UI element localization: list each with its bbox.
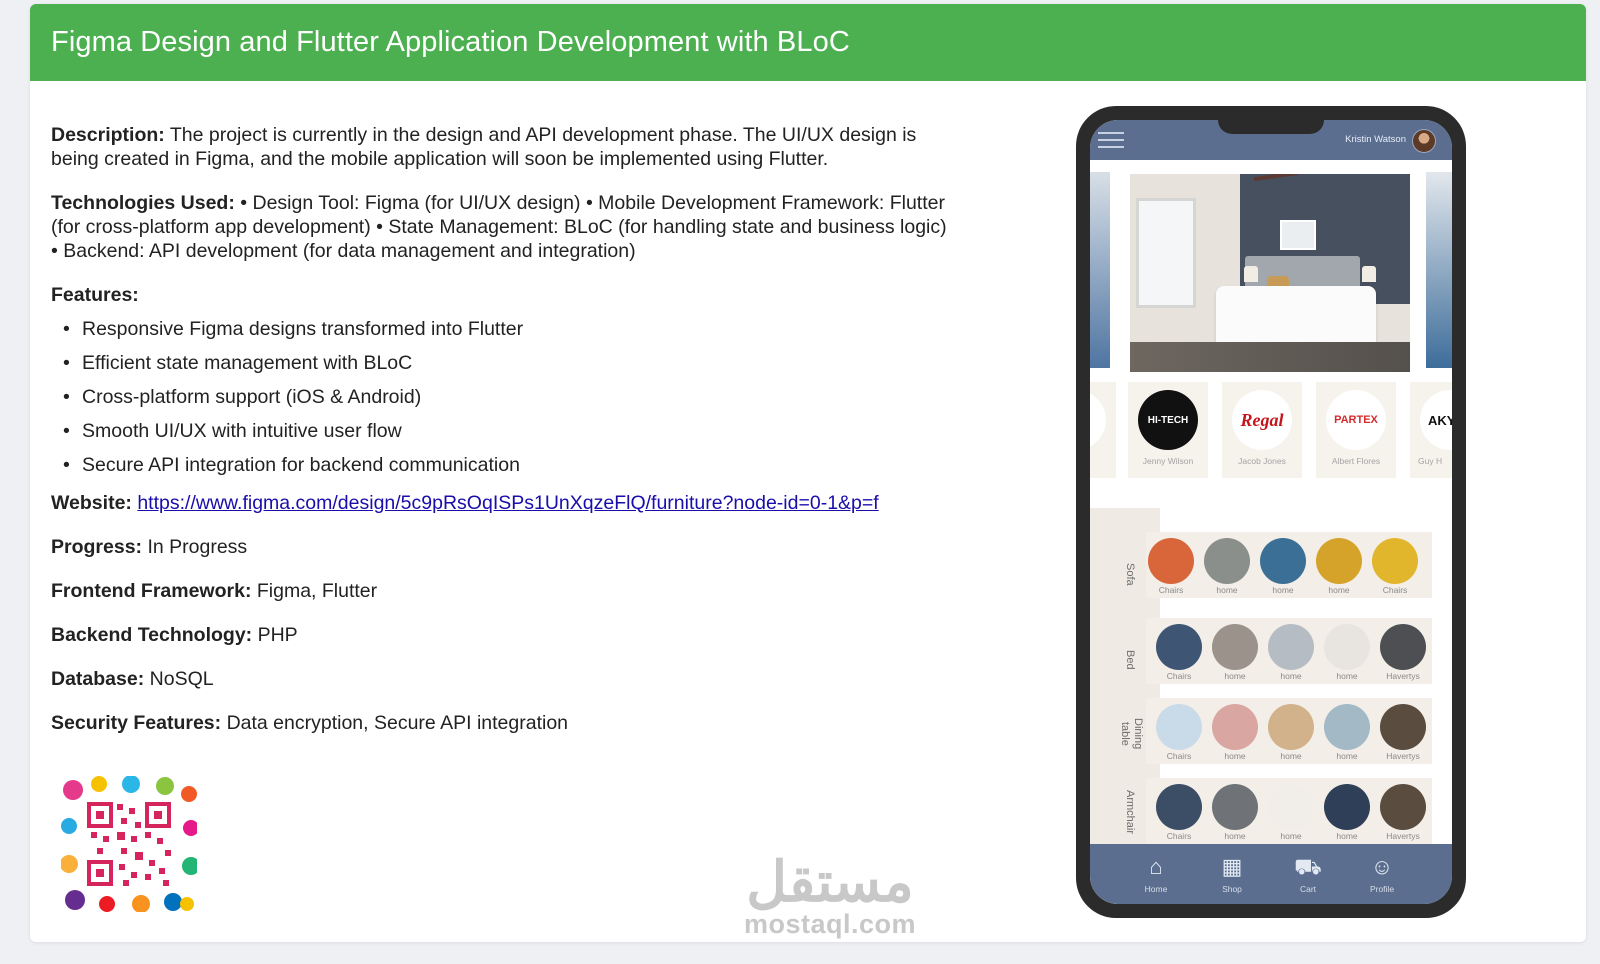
phone-screen: Kristin Watson HI-TECH Jenny Wilson Rega… [1090, 120, 1452, 904]
phone-mockup: Kristin Watson HI-TECH Jenny Wilson Rega… [1076, 106, 1466, 918]
security-value: Data encryption, Secure API integration [221, 712, 569, 734]
feature-item: Responsive Figma designs transformed int… [63, 317, 951, 341]
product-item[interactable]: home [1210, 784, 1260, 841]
brand-name: Jacob Jones [1238, 456, 1286, 466]
product-item[interactable]: Chairs [1370, 538, 1420, 595]
avatar[interactable] [1412, 129, 1436, 153]
brand-card[interactable]: AKY Guy H [1410, 382, 1452, 478]
technologies: Technologies Used: • Design Tool: Figma … [51, 191, 951, 263]
watermark-arabic: مستقل [746, 850, 914, 913]
phone-notch [1218, 120, 1324, 134]
security-row: Security Features: Data encryption, Secu… [51, 712, 569, 734]
brand-list: HI-TECH Jenny Wilson Regal Jacob Jones P… [1090, 382, 1452, 480]
project-card: Figma Design and Flutter Application Dev… [30, 4, 1586, 942]
description-label: Description: [51, 124, 165, 146]
brand-name: Albert Flores [1331, 456, 1381, 466]
technologies-label: Technologies Used: [51, 192, 235, 214]
page-title: Figma Design and Flutter Application Dev… [51, 26, 850, 58]
brand-name: Jenny Wilson [1142, 456, 1194, 466]
product-item[interactable]: home [1210, 624, 1260, 681]
qr-code-image [61, 776, 197, 912]
brand-logo: AKY [1420, 390, 1452, 450]
hamburger-menu-icon[interactable] [1098, 132, 1124, 148]
frontend-row: Frontend Framework: Figma, Flutter [51, 580, 378, 602]
nav-shop[interactable]: ▦ Shop [1212, 854, 1252, 895]
category-row-dining-table: Chairs home home home Havertys [1146, 698, 1432, 764]
category-label[interactable]: Armchair [1118, 784, 1136, 840]
carousel-next-image [1426, 172, 1452, 368]
product-item[interactable]: Chairs [1146, 538, 1196, 595]
profile-icon: ☺ [1370, 854, 1394, 879]
description: Description: The project is currently in… [51, 123, 951, 171]
bottom-nav: ⌂ Home ▦ Shop ⛟ Cart ☺ Profile [1090, 844, 1452, 904]
database-row: Database: NoSQL [51, 668, 214, 690]
shop-icon: ▦ [1221, 854, 1243, 879]
website-link[interactable]: https://www.figma.com/design/5c9pRsOqISP… [137, 492, 878, 514]
hero-bedroom-image[interactable] [1130, 174, 1410, 372]
brand-logo: PARTEX [1326, 390, 1386, 450]
brand-card[interactable] [1090, 382, 1116, 478]
description-text: The project is currently in the design a… [51, 124, 917, 170]
website-row: Website: https://www.figma.com/design/5c… [51, 491, 951, 515]
category-label[interactable]: Dining table [1112, 712, 1144, 756]
backend-row: Backend Technology: PHP [51, 624, 298, 646]
watermark: مستقل mostaql.com [730, 850, 930, 939]
product-item[interactable]: Chairs [1154, 704, 1204, 761]
frontend-value: Figma, Flutter [251, 580, 378, 602]
product-item[interactable]: home [1210, 704, 1260, 761]
features-list: Responsive Figma designs transformed int… [63, 317, 951, 477]
user-name: Kristin Watson [1345, 134, 1406, 145]
watermark-latin: mostaql.com [743, 909, 917, 939]
product-item[interactable]: Havertys [1378, 704, 1428, 761]
brand-card[interactable]: HI-TECH Jenny Wilson [1128, 382, 1208, 478]
product-item[interactable]: home [1266, 704, 1316, 761]
category-label[interactable]: Bed [1118, 640, 1136, 680]
brand-name: Guy H [1418, 456, 1443, 466]
nav-profile[interactable]: ☺ Profile [1362, 854, 1402, 895]
brand-logo: Regal [1232, 390, 1292, 450]
category-label[interactable]: Sofa [1118, 554, 1136, 594]
feature-item: Smooth UI/UX with intuitive user flow [63, 419, 951, 443]
product-item[interactable]: home [1322, 704, 1372, 761]
product-item[interactable]: home [1266, 784, 1316, 841]
product-item[interactable]: Havertys [1378, 624, 1428, 681]
cart-icon: ⛟ [1294, 854, 1322, 879]
brand-card[interactable]: PARTEX Albert Flores [1316, 382, 1396, 478]
feature-item: Efficient state management with BLoC [63, 351, 951, 375]
product-item[interactable]: home [1322, 624, 1372, 681]
product-item[interactable]: home [1322, 784, 1372, 841]
brand-logo: HI-TECH [1138, 390, 1198, 450]
product-item[interactable]: Chairs [1154, 784, 1204, 841]
product-item[interactable]: Havertys [1378, 784, 1428, 841]
product-item[interactable]: home [1266, 624, 1316, 681]
home-icon: ⌂ [1149, 854, 1163, 879]
feature-item: Secure API integration for backend commu… [63, 453, 951, 477]
backend-value: PHP [252, 624, 298, 646]
brand-card[interactable]: Regal Jacob Jones [1222, 382, 1302, 478]
nav-cart[interactable]: ⛟ Cart [1288, 854, 1328, 895]
product-item[interactable]: home [1202, 538, 1252, 595]
features-heading: Features: [51, 284, 139, 306]
carousel-prev-image [1090, 172, 1110, 368]
database-value: NoSQL [144, 668, 214, 690]
category-row-armchair: Chairs home home home Havertys [1146, 778, 1432, 844]
nav-home[interactable]: ⌂ Home [1136, 854, 1176, 895]
feature-item: Cross-platform support (iOS & Android) [63, 385, 951, 409]
category-row-bed: Chairs home home home Havertys [1146, 618, 1432, 684]
website-label: Website: [51, 492, 132, 514]
product-item[interactable]: home [1258, 538, 1308, 595]
product-item[interactable]: home [1314, 538, 1364, 595]
product-item[interactable]: Chairs [1154, 624, 1204, 681]
project-details: Description: The project is currently in… [51, 123, 951, 755]
card-header: Figma Design and Flutter Application Dev… [30, 4, 1586, 81]
category-row-sofa: Chairs home home home Chairs [1146, 532, 1432, 598]
progress-row: Progress: In Progress [51, 536, 248, 558]
progress-value: In Progress [142, 536, 248, 558]
